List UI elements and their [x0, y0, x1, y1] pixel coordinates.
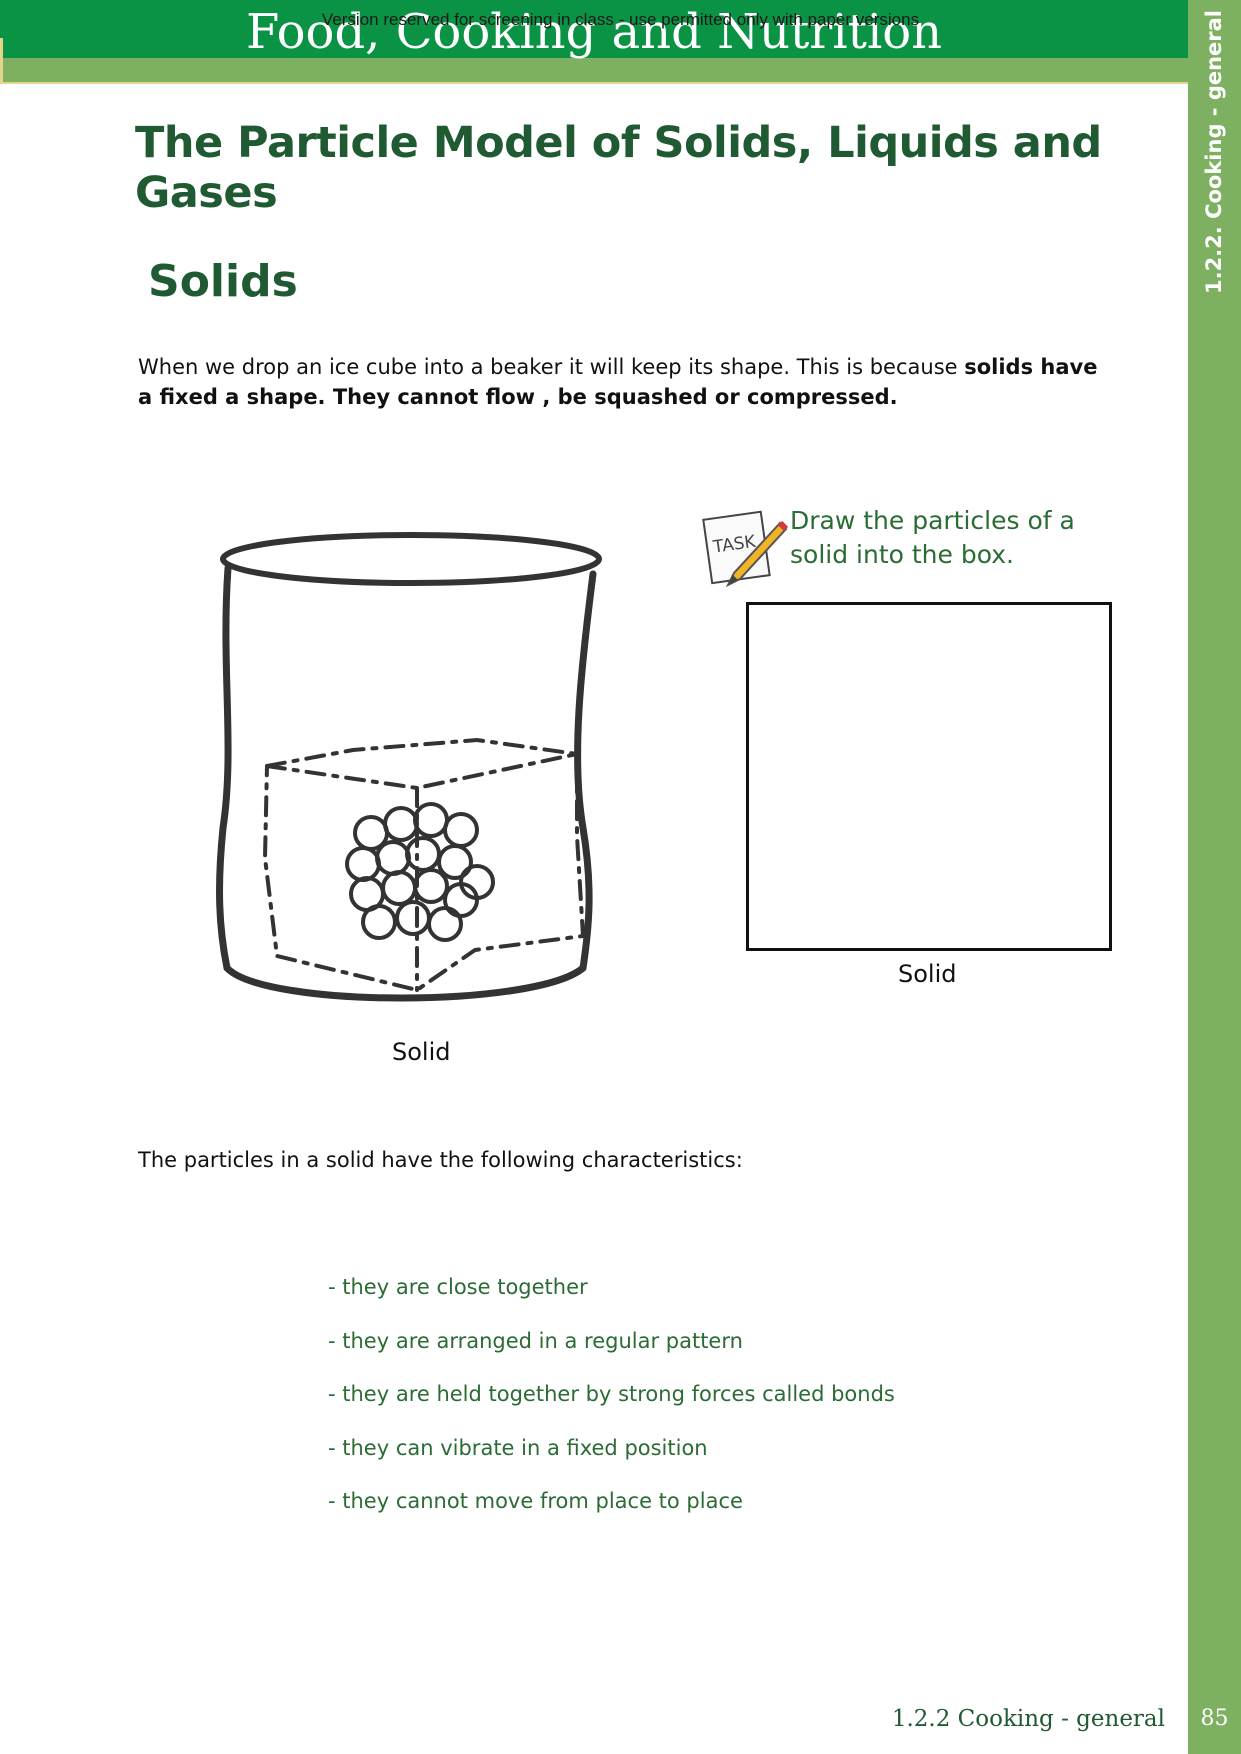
task-pencil-icon: TASK: [702, 510, 789, 588]
footer-section-label: 1.2.2 Cooking - general: [891, 1706, 1165, 1732]
intro-paragraph: When we drop an ice cube into a beaker i…: [138, 352, 1098, 412]
list-item: - they are arranged in a regular pattern: [328, 1328, 743, 1353]
watermark-notice: Version reserved for screening in class …: [321, 10, 920, 29]
particle-drawing-box[interactable]: [746, 602, 1112, 951]
characteristics-list: - they are close together - they are arr…: [328, 1272, 895, 1540]
list-item: - they are held together by strong force…: [328, 1382, 895, 1407]
beaker-left-wall: [216, 564, 232, 972]
beaker-ice-cube-illustration: [216, 532, 602, 1002]
list-item: - they cannot move from place to place: [328, 1489, 743, 1514]
drawing-box-caption: Solid: [898, 960, 957, 988]
list-item: - they are close together: [328, 1275, 588, 1299]
page-title: The Particle Model of Solids, Liquids an…: [135, 118, 1102, 218]
characteristics-lead: The particles in a solid have the follow…: [138, 1148, 743, 1172]
beaker-base: [223, 964, 587, 1002]
particle-cluster: [345, 802, 495, 942]
beaker-rim: [220, 532, 602, 586]
ice-cube-outline: [263, 738, 585, 992]
task-instruction: Draw the particles of a solid into the b…: [790, 506, 1075, 569]
intro-plain-text: When we drop an ice cube into a beaker i…: [138, 355, 965, 379]
list-item: - they can vibrate in a fixed position: [328, 1435, 708, 1460]
page-number: 85: [1200, 1706, 1229, 1731]
figure-caption-solid: Solid: [392, 1038, 451, 1066]
section-heading: Solids: [148, 256, 298, 307]
